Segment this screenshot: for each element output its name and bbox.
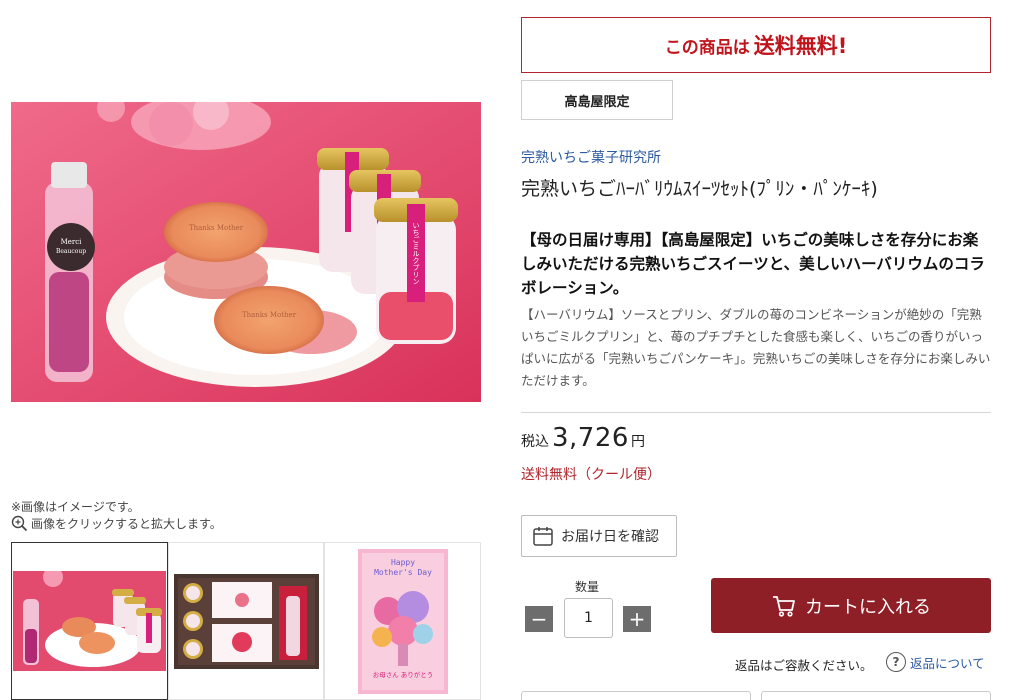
product-name: 完熟いちごﾊｰﾊﾞﾘｳﾑｽｲｰﾂｾｯﾄ(ﾌﾟﾘﾝ・ﾊﾟﾝｹｰｷ) xyxy=(521,178,878,200)
quantity-plus-button[interactable]: + xyxy=(623,606,651,632)
calendar-icon xyxy=(532,525,554,547)
product-description: 【ハーバリウム】ソースとプリン、ダブルの苺のコンビネーションが絶妙の「完熟いちご… xyxy=(521,307,991,388)
divider xyxy=(521,412,991,413)
free-shipping-banner: この商品は 送料無料! xyxy=(521,17,991,73)
quantity-label: 数量 xyxy=(575,580,600,594)
quantity-input[interactable] xyxy=(564,598,613,638)
image-disclaimer: ※画像はイメージです。 xyxy=(11,500,140,514)
herbarium-label-2: Beaucoup xyxy=(56,248,86,255)
free-shipping-highlight: 送料無料! xyxy=(753,34,848,58)
secondary-button-left[interactable] xyxy=(521,691,751,700)
main-product-image[interactable]: Merci Beaucoup Thanks Mother Thanks Moth… xyxy=(11,102,481,402)
returns-link[interactable]: ? 返品について xyxy=(886,652,985,672)
pudding-label: いちごミルクプリン xyxy=(412,222,420,285)
delivery-date-label: お届け日を確認 xyxy=(561,529,659,545)
add-to-cart-button[interactable]: カートに入れる xyxy=(711,578,991,633)
quantity-minus-button[interactable]: − xyxy=(525,606,553,632)
thumbnail-2[interactable] xyxy=(167,542,325,700)
help-icon: ? xyxy=(886,652,906,672)
shipping-note: 送料無料（クール便） xyxy=(521,467,661,483)
zoom-hint-text: 画像をクリックすると拡大します。 xyxy=(31,517,222,531)
pancake-stamp-1: Thanks Mother xyxy=(189,224,244,232)
add-to-cart-label: カートに入れる xyxy=(805,596,931,618)
brand-link[interactable]: 完熟いちご菓子研究所 xyxy=(521,147,661,167)
herbarium-label-1: Merci xyxy=(61,238,83,246)
thumbnail-3[interactable]: Happy Mother's Day お母さん ありがとう xyxy=(324,542,482,700)
returns-policy-text: 返品はご容赦ください。 xyxy=(735,658,873,673)
free-shipping-prefix: この商品は xyxy=(664,37,750,58)
catch-copy: 【母の日届け専用】【高島屋限定】いちごの美味しさを存分にお楽しみいただける完熟い… xyxy=(521,231,985,297)
secondary-button-right[interactable] xyxy=(761,691,991,700)
card-message: お母さん ありがとう xyxy=(372,670,433,679)
zoom-hint: 画像をクリックすると拡大します。 xyxy=(11,515,222,532)
thumbnail-strip: Happy Mother's Day お母さん ありがとう xyxy=(11,542,482,700)
limited-tag: 高島屋限定 xyxy=(521,80,673,120)
delivery-date-button[interactable]: お届け日を確認 xyxy=(521,515,677,557)
card-title-2: Mother's Day xyxy=(374,568,432,577)
returns-link-label: 返品について xyxy=(910,655,985,671)
price-tax-label: 税込 xyxy=(521,434,549,450)
price: 税込 3,726 円 xyxy=(521,423,645,453)
price-currency: 円 xyxy=(630,434,645,450)
zoom-icon xyxy=(11,515,28,532)
price-amount: 3,726 xyxy=(552,423,629,453)
pancake-stamp-2: Thanks Mother xyxy=(242,311,297,319)
cart-icon xyxy=(771,593,797,619)
thumbnail-1[interactable] xyxy=(11,542,168,700)
card-title-1: Happy xyxy=(391,558,415,567)
